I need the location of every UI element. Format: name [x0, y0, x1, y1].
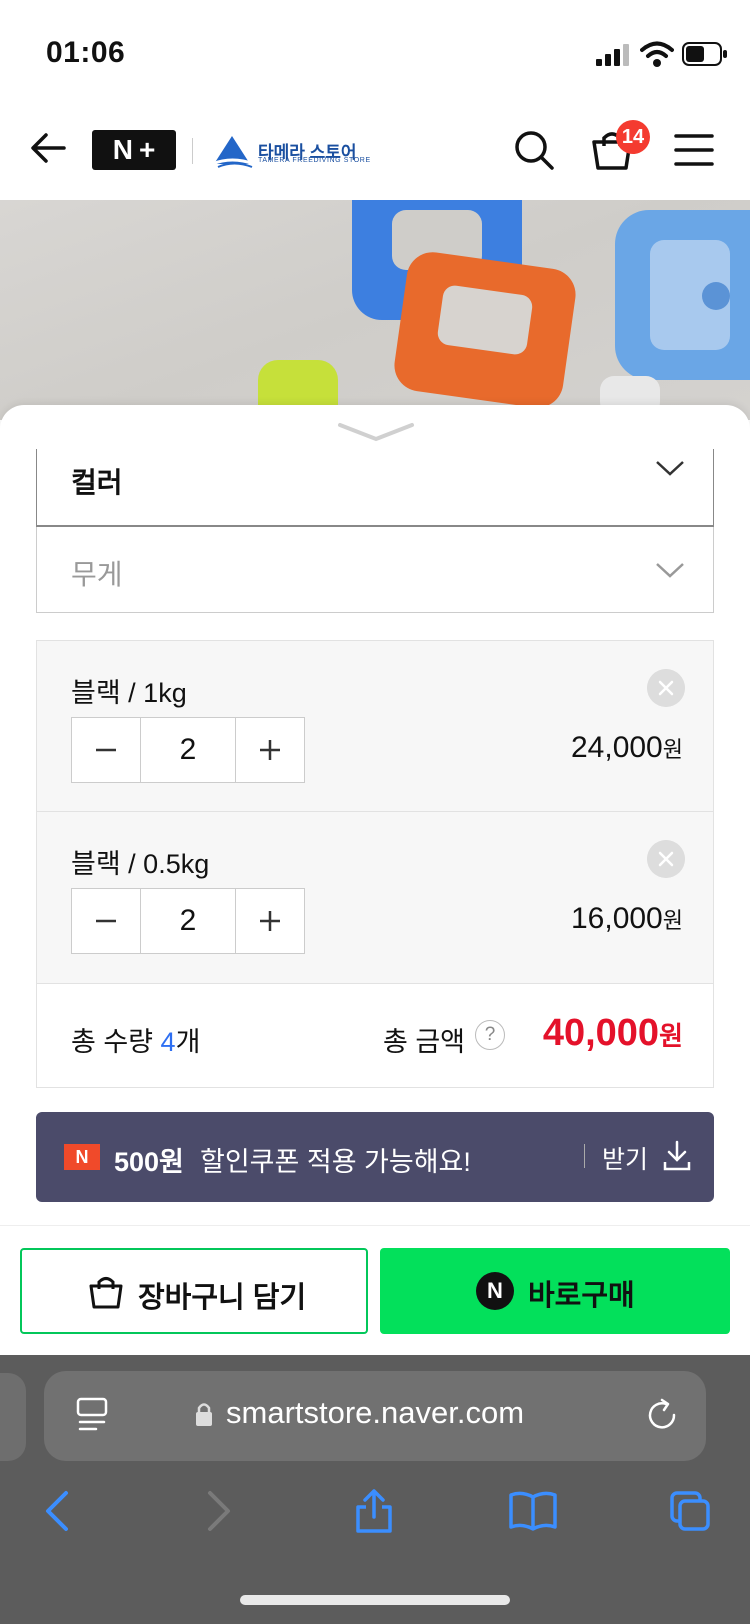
sheet-collapse-chevron-icon[interactable]	[336, 419, 416, 445]
help-icon[interactable]: ?	[475, 1020, 505, 1050]
url-text[interactable]: smartstore.naver.com	[226, 1395, 524, 1431]
quantity-stepper: 2	[71, 717, 305, 783]
total-qty-value: 4	[160, 1027, 176, 1057]
forward-icon[interactable]	[196, 1487, 240, 1535]
coupon-message: 할인쿠폰 적용 가능해요!	[200, 1147, 471, 1177]
quantity-value[interactable]: 2	[140, 718, 236, 782]
coupon-divider	[584, 1144, 585, 1168]
option-price: 16,000원	[571, 902, 683, 936]
total-amount-label: 총 금액	[383, 1027, 466, 1057]
naver-coupon-badge: N	[64, 1144, 100, 1170]
product-image	[0, 200, 750, 420]
coupon-get-button[interactable]: 받기	[602, 1140, 648, 1176]
coupon-banner[interactable]: N 500원 할인쿠폰 적용 가능해요! 받기	[36, 1112, 714, 1202]
quantity-decrease-button[interactable]	[72, 718, 140, 782]
coupon-amount: 500원	[114, 1147, 184, 1177]
add-to-cart-label: 장바구니 담기	[138, 1282, 307, 1314]
back-arrow-icon[interactable]	[28, 128, 68, 168]
minus-icon	[96, 748, 116, 752]
plus-icon	[260, 740, 280, 760]
add-to-cart-button[interactable]: 장바구니 담기	[20, 1248, 368, 1334]
quantity-value[interactable]: 2	[140, 889, 236, 953]
back-icon[interactable]	[36, 1487, 80, 1535]
purchase-option-sheet: 컬러 무게 블랙 / 1kg 2 24,000원 블랙 / 0.5kg 2 16…	[0, 405, 750, 1225]
reader-mode-icon[interactable]	[76, 1397, 108, 1433]
naver-plus-logo[interactable]: N +	[92, 130, 176, 170]
total-qty-suffix: 개	[175, 1027, 201, 1057]
option-price: 24,000원	[571, 731, 683, 765]
total-amount-unit: 원	[659, 1021, 683, 1051]
weight-select[interactable]: 무게	[36, 527, 714, 613]
option-name: 블랙 / 1kg	[71, 678, 187, 708]
buy-now-button[interactable]: N 바로구매	[380, 1248, 730, 1334]
header-divider	[192, 138, 193, 164]
color-select[interactable]: 컬러	[36, 449, 714, 527]
status-bar: 01:06	[0, 0, 750, 100]
battery-icon	[682, 42, 727, 66]
tabs-icon[interactable]	[668, 1487, 712, 1535]
quantity-stepper: 2	[71, 888, 305, 954]
share-icon[interactable]	[352, 1487, 396, 1535]
remove-option-icon[interactable]	[647, 840, 685, 878]
reload-icon[interactable]	[644, 1397, 680, 1433]
order-total-summary: 총 수량 4개 총 금액 ? 40,000원	[36, 984, 714, 1088]
option-price-unit: 원	[662, 737, 683, 762]
weight-select-placeholder: 무게	[71, 559, 123, 590]
total-quantity: 총 수량 4개	[71, 1020, 200, 1059]
previous-tab-preview[interactable]	[0, 1373, 26, 1461]
option-price-value: 16,000	[570, 902, 663, 935]
option-price-unit: 원	[662, 908, 683, 933]
remove-option-icon[interactable]	[647, 669, 685, 707]
cellular-signal-icon	[596, 44, 629, 66]
download-icon[interactable]	[662, 1140, 692, 1172]
color-select-label: 컬러	[71, 467, 123, 498]
bookmarks-icon[interactable]	[508, 1487, 558, 1535]
naver-pay-n-icon: N	[476, 1272, 514, 1310]
total-amount-value: 40,000	[542, 1012, 660, 1054]
nplus-n: N	[112, 134, 133, 165]
option-price-value: 24,000	[570, 731, 663, 764]
dive-weights-illustration	[258, 200, 750, 420]
quantity-increase-button[interactable]	[236, 889, 304, 953]
total-amount: 40,000원	[543, 1012, 683, 1055]
selected-option-item: 블랙 / 1kg 2 24,000원	[36, 640, 714, 812]
browser-toolbar: smartstore.naver.com	[0, 1355, 750, 1624]
status-time: 01:06	[46, 36, 126, 69]
quantity-increase-button[interactable]	[236, 718, 304, 782]
chevron-down-icon	[656, 461, 684, 476]
option-name: 블랙 / 0.5kg	[71, 849, 210, 879]
wifi-icon	[640, 41, 674, 67]
nplus-plus: +	[138, 134, 156, 165]
plus-icon	[260, 911, 280, 931]
quantity-decrease-button[interactable]	[72, 889, 140, 953]
buy-now-label: 바로구매	[528, 1280, 635, 1312]
total-qty-prefix: 총 수량	[71, 1027, 161, 1057]
minus-icon	[96, 919, 116, 923]
hamburger-menu-icon[interactable]	[672, 130, 716, 170]
selected-option-item: 블랙 / 0.5kg 2 16,000원	[36, 812, 714, 984]
address-bar[interactable]: smartstore.naver.com	[44, 1371, 706, 1461]
search-icon[interactable]	[512, 128, 556, 172]
lock-icon	[196, 1403, 212, 1426]
cart-count-badge[interactable]: 14	[616, 120, 650, 154]
chevron-down-icon	[656, 563, 684, 578]
purchase-action-bar: 장바구니 담기 N 바로구매	[0, 1225, 750, 1355]
shopping-bag-icon	[89, 1277, 123, 1309]
home-indicator	[240, 1595, 510, 1605]
store-subtitle: TAMERA FREEDIVING STORE	[258, 157, 371, 164]
